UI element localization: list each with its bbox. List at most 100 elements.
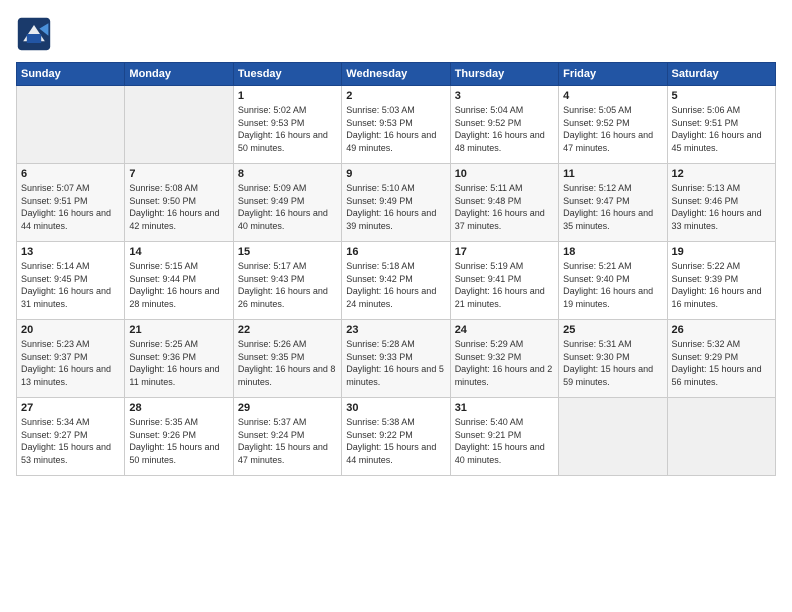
calendar-week-row: 27 Sunrise: 5:34 AM Sunset: 9:27 PM Dayli… xyxy=(17,398,776,476)
calendar-cell: 23 Sunrise: 5:28 AM Sunset: 9:33 PM Dayli… xyxy=(342,320,450,398)
calendar-week-row: 1Sunrise: 5:02 AM Sunset: 9:53 PM Daylig… xyxy=(17,86,776,164)
cell-content: Sunrise: 5:32 AM Sunset: 9:29 PM Dayligh… xyxy=(672,338,771,388)
day-number: 2 xyxy=(346,90,445,102)
page-header xyxy=(16,16,776,52)
calendar-cell xyxy=(667,398,775,476)
calendar-cell: 5 Sunrise: 5:06 AM Sunset: 9:51 PM Daylig… xyxy=(667,86,775,164)
calendar-cell: 21 Sunrise: 5:25 AM Sunset: 9:36 PM Dayli… xyxy=(125,320,233,398)
day-number: 31 xyxy=(455,402,554,414)
day-number: 3 xyxy=(455,90,554,102)
cell-content: Sunrise: 5:05 AM Sunset: 9:52 PM Dayligh… xyxy=(563,104,662,154)
calendar-cell: 28Sunrise: 5:35 AM Sunset: 9:26 PM Dayli… xyxy=(125,398,233,476)
calendar-cell: 26 Sunrise: 5:32 AM Sunset: 9:29 PM Dayli… xyxy=(667,320,775,398)
logo-icon xyxy=(16,16,52,52)
cell-content: Sunrise: 5:17 AM Sunset: 9:43 PM Dayligh… xyxy=(238,260,337,310)
calendar-cell: 3 Sunrise: 5:04 AM Sunset: 9:52 PM Daylig… xyxy=(450,86,558,164)
cell-content: Sunrise: 5:10 AM Sunset: 9:49 PM Dayligh… xyxy=(346,182,445,232)
day-number: 11 xyxy=(563,168,662,180)
day-number: 19 xyxy=(672,246,771,258)
day-number: 28 xyxy=(129,402,228,414)
weekday-header: Sunday xyxy=(17,63,125,86)
cell-content: Sunrise: 5:08 AM Sunset: 9:50 PM Dayligh… xyxy=(129,182,228,232)
calendar-cell xyxy=(125,86,233,164)
cell-content: Sunrise: 5:18 AM Sunset: 9:42 PM Dayligh… xyxy=(346,260,445,310)
weekday-header: Thursday xyxy=(450,63,558,86)
day-number: 9 xyxy=(346,168,445,180)
calendar-cell: 18 Sunrise: 5:21 AM Sunset: 9:40 PM Dayli… xyxy=(559,242,667,320)
day-number: 20 xyxy=(21,324,120,336)
cell-content: Sunrise: 5:15 AM Sunset: 9:44 PM Dayligh… xyxy=(129,260,228,310)
day-number: 6 xyxy=(21,168,120,180)
calendar-cell: 12Sunrise: 5:13 AM Sunset: 9:46 PM Dayli… xyxy=(667,164,775,242)
weekday-header: Saturday xyxy=(667,63,775,86)
cell-content: Sunrise: 5:06 AM Sunset: 9:51 PM Dayligh… xyxy=(672,104,771,154)
day-number: 30 xyxy=(346,402,445,414)
calendar-cell: 8 Sunrise: 5:09 AM Sunset: 9:49 PM Daylig… xyxy=(233,164,341,242)
day-number: 10 xyxy=(455,168,554,180)
calendar-cell: 24 Sunrise: 5:29 AM Sunset: 9:32 PM Dayli… xyxy=(450,320,558,398)
calendar-cell: 11 Sunrise: 5:12 AM Sunset: 9:47 PM Dayli… xyxy=(559,164,667,242)
cell-content: Sunrise: 5:12 AM Sunset: 9:47 PM Dayligh… xyxy=(563,182,662,232)
calendar-cell: 31 Sunrise: 5:40 AM Sunset: 9:21 PM Dayli… xyxy=(450,398,558,476)
day-number: 24 xyxy=(455,324,554,336)
day-number: 25 xyxy=(563,324,662,336)
weekday-header: Friday xyxy=(559,63,667,86)
cell-content: Sunrise: 5:14 AM Sunset: 9:45 PM Dayligh… xyxy=(21,260,120,310)
cell-content: Sunrise: 5:34 AM Sunset: 9:27 PM Dayligh… xyxy=(21,416,120,466)
cell-content: Sunrise: 5:25 AM Sunset: 9:36 PM Dayligh… xyxy=(129,338,228,388)
day-number: 5 xyxy=(672,90,771,102)
cell-content: Sunrise: 5:31 AM Sunset: 9:30 PM Dayligh… xyxy=(563,338,662,388)
cell-content: Sunrise: 5:40 AM Sunset: 9:21 PM Dayligh… xyxy=(455,416,554,466)
day-number: 21 xyxy=(129,324,228,336)
logo xyxy=(16,16,58,52)
calendar-cell: 22 Sunrise: 5:26 AM Sunset: 9:35 PM Dayli… xyxy=(233,320,341,398)
weekday-header: Wednesday xyxy=(342,63,450,86)
day-number: 7 xyxy=(129,168,228,180)
cell-content: Sunrise: 5:19 AM Sunset: 9:41 PM Dayligh… xyxy=(455,260,554,310)
calendar-cell: 27 Sunrise: 5:34 AM Sunset: 9:27 PM Dayli… xyxy=(17,398,125,476)
calendar-cell: 15Sunrise: 5:17 AM Sunset: 9:43 PM Dayli… xyxy=(233,242,341,320)
day-number: 23 xyxy=(346,324,445,336)
cell-content: Sunrise: 5:26 AM Sunset: 9:35 PM Dayligh… xyxy=(238,338,337,388)
weekday-header: Tuesday xyxy=(233,63,341,86)
day-number: 4 xyxy=(563,90,662,102)
calendar-week-row: 13Sunrise: 5:14 AM Sunset: 9:45 PM Dayli… xyxy=(17,242,776,320)
calendar-week-row: 6 Sunrise: 5:07 AM Sunset: 9:51 PM Daylig… xyxy=(17,164,776,242)
cell-content: Sunrise: 5:04 AM Sunset: 9:52 PM Dayligh… xyxy=(455,104,554,154)
calendar-cell: 6 Sunrise: 5:07 AM Sunset: 9:51 PM Daylig… xyxy=(17,164,125,242)
cell-content: Sunrise: 5:09 AM Sunset: 9:49 PM Dayligh… xyxy=(238,182,337,232)
cell-content: Sunrise: 5:21 AM Sunset: 9:40 PM Dayligh… xyxy=(563,260,662,310)
cell-content: Sunrise: 5:29 AM Sunset: 9:32 PM Dayligh… xyxy=(455,338,554,388)
calendar-header-row: SundayMondayTuesdayWednesdayThursdayFrid… xyxy=(17,63,776,86)
day-number: 16 xyxy=(346,246,445,258)
cell-content: Sunrise: 5:11 AM Sunset: 9:48 PM Dayligh… xyxy=(455,182,554,232)
calendar-cell: 30 Sunrise: 5:38 AM Sunset: 9:22 PM Dayli… xyxy=(342,398,450,476)
day-number: 17 xyxy=(455,246,554,258)
calendar-table: SundayMondayTuesdayWednesdayThursdayFrid… xyxy=(16,62,776,476)
calendar-cell: 10 Sunrise: 5:11 AM Sunset: 9:48 PM Dayli… xyxy=(450,164,558,242)
calendar-week-row: 20 Sunrise: 5:23 AM Sunset: 9:37 PM Dayli… xyxy=(17,320,776,398)
cell-content: Sunrise: 5:02 AM Sunset: 9:53 PM Dayligh… xyxy=(238,104,337,154)
day-number: 27 xyxy=(21,402,120,414)
day-number: 22 xyxy=(238,324,337,336)
calendar-cell: 1Sunrise: 5:02 AM Sunset: 9:53 PM Daylig… xyxy=(233,86,341,164)
cell-content: Sunrise: 5:37 AM Sunset: 9:24 PM Dayligh… xyxy=(238,416,337,466)
calendar-cell: 25 Sunrise: 5:31 AM Sunset: 9:30 PM Dayli… xyxy=(559,320,667,398)
cell-content: Sunrise: 5:23 AM Sunset: 9:37 PM Dayligh… xyxy=(21,338,120,388)
calendar-cell: 16 Sunrise: 5:18 AM Sunset: 9:42 PM Dayli… xyxy=(342,242,450,320)
cell-content: Sunrise: 5:07 AM Sunset: 9:51 PM Dayligh… xyxy=(21,182,120,232)
calendar-cell: 14 Sunrise: 5:15 AM Sunset: 9:44 PM Dayli… xyxy=(125,242,233,320)
calendar-cell: 9 Sunrise: 5:10 AM Sunset: 9:49 PM Daylig… xyxy=(342,164,450,242)
day-number: 8 xyxy=(238,168,337,180)
calendar-cell: 4 Sunrise: 5:05 AM Sunset: 9:52 PM Daylig… xyxy=(559,86,667,164)
cell-content: Sunrise: 5:13 AM Sunset: 9:46 PM Dayligh… xyxy=(672,182,771,232)
day-number: 18 xyxy=(563,246,662,258)
day-number: 14 xyxy=(129,246,228,258)
day-number: 29 xyxy=(238,402,337,414)
day-number: 26 xyxy=(672,324,771,336)
calendar-cell: 20 Sunrise: 5:23 AM Sunset: 9:37 PM Dayli… xyxy=(17,320,125,398)
cell-content: Sunrise: 5:38 AM Sunset: 9:22 PM Dayligh… xyxy=(346,416,445,466)
calendar-cell: 2Sunrise: 5:03 AM Sunset: 9:53 PM Daylig… xyxy=(342,86,450,164)
calendar-cell xyxy=(17,86,125,164)
cell-content: Sunrise: 5:28 AM Sunset: 9:33 PM Dayligh… xyxy=(346,338,445,388)
